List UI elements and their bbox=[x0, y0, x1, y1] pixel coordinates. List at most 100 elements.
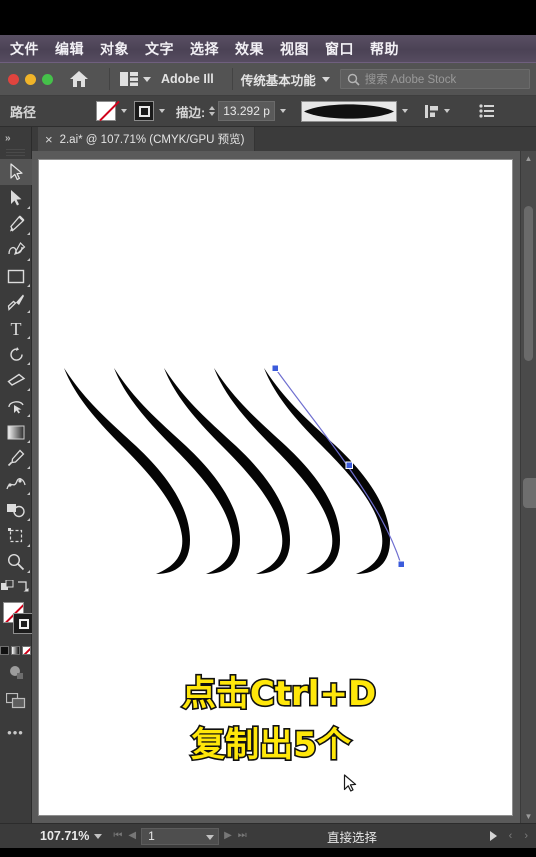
document-tab[interactable]: × 2.ai* @ 107.71% (CMYK/GPU 预览) bbox=[38, 127, 256, 151]
scroll-down-arrow-icon[interactable]: ▼ bbox=[521, 809, 536, 823]
next-state-button[interactable]: › bbox=[524, 830, 528, 842]
tool-free-transform[interactable] bbox=[0, 393, 32, 419]
tool-type[interactable]: T bbox=[0, 315, 32, 341]
tool-gradient[interactable] bbox=[0, 419, 32, 445]
default-fill-stroke-icon[interactable] bbox=[1, 579, 15, 593]
tool-direct-selection[interactable] bbox=[0, 185, 32, 211]
previous-artboard-button[interactable]: ◀ bbox=[128, 831, 136, 841]
canvas-area[interactable]: 点击Ctrl+D 复制出5个 bbox=[32, 151, 536, 823]
artwork-swoosh-group bbox=[64, 368, 390, 574]
tool-eraser[interactable] bbox=[0, 367, 32, 393]
menu-file[interactable]: 文件 bbox=[10, 39, 39, 59]
menu-effect[interactable]: 效果 bbox=[235, 39, 264, 59]
swap-fill-stroke-icon[interactable] bbox=[17, 580, 30, 592]
next-artboard-button[interactable]: ▶ bbox=[224, 831, 232, 841]
none-button[interactable] bbox=[22, 645, 31, 655]
first-artboard-button[interactable]: ⏮ bbox=[113, 831, 122, 841]
status-bar-right-controls: ‹ › bbox=[489, 830, 528, 842]
workspace-switcher-label[interactable]: 传统基本功能 bbox=[241, 70, 316, 89]
zoom-level-value[interactable]: 107.71% bbox=[40, 829, 89, 843]
tool-group-corner-icon bbox=[27, 206, 30, 209]
tool-rectangle[interactable] bbox=[0, 263, 32, 289]
align-chevron-down-icon[interactable] bbox=[443, 109, 450, 113]
tools-panel-grip[interactable] bbox=[6, 149, 25, 157]
tool-blend[interactable] bbox=[0, 471, 32, 497]
previous-state-button[interactable]: ‹ bbox=[509, 830, 513, 842]
menu-help[interactable]: 帮助 bbox=[370, 39, 399, 59]
vertical-scrollbar-thumb[interactable] bbox=[524, 206, 533, 361]
tool-eyedropper[interactable] bbox=[0, 445, 32, 471]
stroke-color-swatch[interactable] bbox=[134, 101, 155, 121]
align-icon bbox=[424, 104, 438, 118]
panel-options-button[interactable] bbox=[479, 104, 495, 118]
tool-zoom[interactable] bbox=[0, 549, 32, 575]
stock-search-field[interactable]: 搜索 Adobe Stock bbox=[339, 69, 530, 89]
scroll-up-arrow-icon[interactable]: ▲ bbox=[521, 151, 536, 165]
fill-stroke-indicator bbox=[0, 600, 34, 640]
tool-group-corner-icon bbox=[27, 518, 30, 521]
artboard[interactable]: 点击Ctrl+D 复制出5个 bbox=[39, 160, 512, 815]
stroke-weight-stepper[interactable] bbox=[209, 106, 216, 116]
zoom-chevron-down-icon[interactable] bbox=[94, 833, 103, 839]
fill-color-swatch[interactable] bbox=[96, 101, 117, 121]
tool-group-corner-icon bbox=[27, 310, 30, 313]
tool-screen-mode[interactable] bbox=[0, 686, 32, 716]
more-tools-button[interactable]: ••• bbox=[0, 726, 31, 739]
blend-icon bbox=[6, 477, 26, 489]
current-tool-label[interactable]: 直接选择 bbox=[327, 827, 377, 846]
tool-group-corner-icon bbox=[27, 414, 30, 417]
tool-curvature[interactable] bbox=[0, 237, 32, 263]
gradient-button[interactable] bbox=[11, 645, 20, 655]
artboard-chevron-down-icon[interactable] bbox=[206, 834, 215, 840]
align-button[interactable] bbox=[424, 104, 439, 119]
rectangle-icon bbox=[7, 269, 25, 283]
menu-object[interactable]: 对象 bbox=[100, 39, 129, 59]
tool-selection[interactable] bbox=[0, 159, 32, 185]
close-icon[interactable]: × bbox=[45, 133, 53, 146]
pen-icon bbox=[10, 215, 25, 232]
last-artboard-button[interactable]: ⏭ bbox=[238, 831, 247, 841]
tool-pen[interactable] bbox=[0, 211, 32, 237]
tool-artboard[interactable] bbox=[0, 523, 32, 549]
stock-search-placeholder: 搜索 Adobe Stock bbox=[364, 74, 457, 86]
color-mode-buttons bbox=[0, 642, 31, 658]
type-icon: T bbox=[11, 320, 22, 337]
menu-window[interactable]: 窗口 bbox=[325, 39, 354, 59]
stroke-profile-chevron-down-icon[interactable] bbox=[401, 109, 408, 113]
color-button[interactable] bbox=[0, 645, 9, 655]
stepper-down-icon[interactable] bbox=[209, 112, 216, 116]
tool-group-corner-icon bbox=[27, 492, 30, 495]
minimize-window-button[interactable] bbox=[25, 73, 36, 85]
tool-rotate[interactable] bbox=[0, 341, 32, 367]
artboard-number-field[interactable]: 1 bbox=[141, 827, 220, 845]
stroke-weight-input[interactable]: 13.292 p bbox=[218, 101, 275, 121]
tool-group-corner-icon bbox=[27, 284, 30, 287]
maximize-window-button[interactable] bbox=[42, 73, 53, 85]
artwork-svg: 点击Ctrl+D 复制出5个 bbox=[64, 364, 405, 767]
tool-draw-mode[interactable] bbox=[0, 658, 32, 686]
menu-view[interactable]: 视图 bbox=[280, 39, 309, 59]
fill-chevron-down-icon[interactable] bbox=[121, 109, 128, 113]
appbar-divider-1 bbox=[109, 68, 110, 90]
stroke-profile-preview[interactable] bbox=[300, 100, 397, 122]
tools-panel-expand-button[interactable]: » bbox=[0, 127, 31, 149]
stepper-up-icon[interactable] bbox=[209, 106, 216, 110]
menu-type[interactable]: 文字 bbox=[145, 39, 174, 59]
menu-select[interactable]: 选择 bbox=[190, 39, 219, 59]
collapsed-panel-handle[interactable] bbox=[523, 478, 536, 508]
close-window-button[interactable] bbox=[8, 73, 19, 85]
status-menu-triangle-icon[interactable] bbox=[489, 831, 497, 841]
letterbox-bottom bbox=[0, 848, 536, 857]
home-icon[interactable] bbox=[69, 70, 89, 88]
stroke-chevron-down-icon[interactable] bbox=[159, 109, 166, 113]
workspace-chevron-down-icon[interactable] bbox=[321, 76, 330, 82]
toolbar-stroke-swatch[interactable] bbox=[13, 613, 34, 634]
stroke-weight-chevron-down-icon[interactable] bbox=[279, 109, 286, 113]
menu-edit[interactable]: 编辑 bbox=[55, 39, 84, 59]
gradient-icon bbox=[7, 425, 25, 439]
arrange-documents-button[interactable] bbox=[120, 72, 151, 86]
tool-paintbrush[interactable] bbox=[0, 289, 32, 315]
search-icon bbox=[347, 73, 360, 86]
selection-arrow-icon bbox=[10, 163, 23, 181]
tool-shape-builder[interactable] bbox=[0, 497, 32, 523]
